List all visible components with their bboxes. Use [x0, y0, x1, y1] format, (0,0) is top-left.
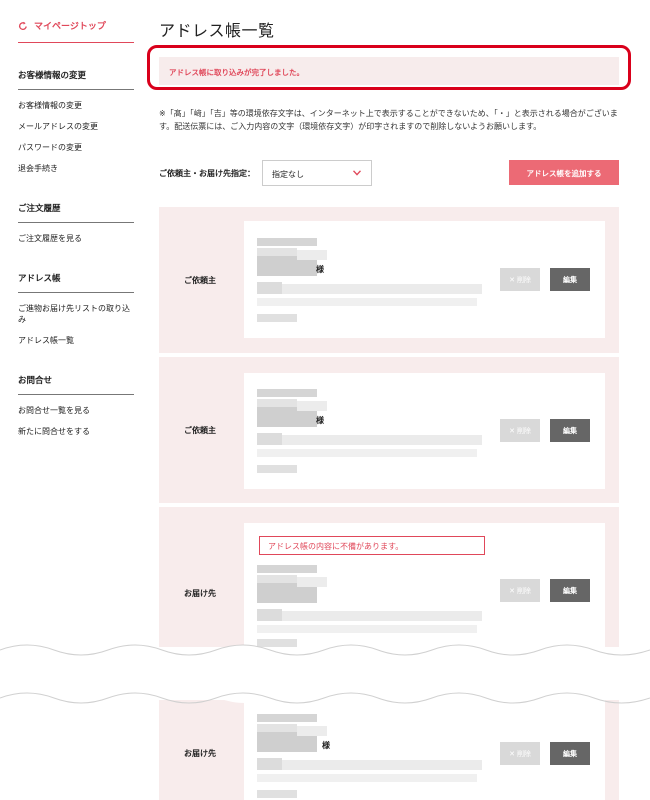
edit-button[interactable]: 編集 [550, 579, 590, 602]
sidebar-item-inquiry-list[interactable]: お問合せ一覧を見る [18, 405, 134, 416]
section-heading-address-book: アドレス帳 [18, 254, 134, 293]
error-message: アドレス帳の内容に不備があります。 [259, 536, 485, 555]
content-break-separator [0, 644, 650, 704]
address-card: お届け先 様 ✕ 削除 編集 [159, 700, 619, 800]
close-icon: ✕ [509, 587, 515, 595]
section-heading-orders: ご注文履歴 [18, 184, 134, 223]
sidebar-item-address-list[interactable]: アドレス帳一覧 [18, 335, 134, 346]
notice-text: ※「髙」「﨑」「吉」等の環境依存文字は、インターネット上で表示することができない… [159, 109, 618, 131]
mypage-top-link[interactable]: マイページトップ [18, 14, 134, 43]
pixelated-address-image [257, 389, 482, 473]
delete-label: 削除 [516, 427, 531, 435]
sidebar-item-import-list[interactable]: ご進物お届け先リストの取り込み [18, 303, 134, 325]
pixelated-address-image [257, 565, 482, 647]
delete-label: 削除 [516, 750, 531, 758]
sidebar-item-order-history[interactable]: ご注文履歴を見る [18, 233, 134, 244]
page-title: アドレス帳一覧 [159, 21, 275, 40]
honorific: 様 [316, 416, 324, 425]
address-card: ご依頼主 様 ✕ 削除 編集 [159, 207, 619, 353]
mypage-top-label: マイページトップ [34, 22, 106, 32]
card-type-label: ご依頼主 [184, 426, 216, 435]
sidebar-item-password[interactable]: パスワードの変更 [18, 142, 134, 153]
section-heading-customer: お客様情報の変更 [18, 43, 134, 90]
sidebar-item-withdraw[interactable]: 退会手続き [18, 163, 134, 174]
address-card: ご依頼主 様 ✕ 削除 編集 [159, 357, 619, 503]
card-type-label: お届け先 [184, 749, 216, 758]
refresh-icon [18, 21, 27, 30]
card-body: アドレス帳の内容に不備があります。 ✕ 削除 編集 [244, 523, 605, 647]
add-address-button[interactable]: アドレス帳を追加する [509, 160, 619, 185]
delete-button[interactable]: ✕ 削除 [500, 579, 540, 602]
type-select[interactable]: 指定なし [262, 160, 372, 186]
edit-button[interactable]: 編集 [550, 268, 590, 291]
honorific: 様 [322, 741, 330, 750]
edit-button[interactable]: 編集 [550, 742, 590, 765]
delete-button[interactable]: ✕ 削除 [500, 742, 540, 765]
edit-button[interactable]: 編集 [550, 419, 590, 442]
honorific: 様 [316, 265, 324, 274]
type-select-value: 指定なし [272, 170, 304, 179]
delete-button[interactable]: ✕ 削除 [500, 419, 540, 442]
card-type-label: お届け先 [184, 589, 216, 598]
sidebar-item-new-inquiry[interactable]: 新たに問合せをする [18, 426, 134, 437]
delete-label: 削除 [516, 276, 531, 284]
pixelated-address-image [257, 714, 482, 798]
close-icon: ✕ [509, 427, 515, 435]
card-body: 様 ✕ 削除 編集 [244, 373, 605, 489]
delete-button[interactable]: ✕ 削除 [500, 268, 540, 291]
card-body: 様 ✕ 削除 編集 [244, 700, 605, 800]
pixelated-address-image [257, 238, 482, 322]
section-heading-inquiry: お問合せ [18, 356, 134, 395]
delete-label: 削除 [516, 587, 531, 595]
card-body: 様 ✕ 削除 編集 [244, 221, 605, 338]
sidebar-item-email[interactable]: メールアドレスの変更 [18, 121, 134, 132]
success-alert: アドレス帳に取り込みが完了しました。 [159, 57, 619, 85]
filter-label: ご依頼主・お届け先指定： [159, 169, 255, 178]
close-icon: ✕ [509, 750, 515, 758]
card-type-label: ご依頼主 [184, 276, 216, 285]
address-card: お届け先 アドレス帳の内容に不備があります。 ✕ 削除 編集 [159, 507, 619, 647]
close-icon: ✕ [509, 276, 515, 284]
chevron-down-icon [353, 170, 361, 176]
filter-row: ご依頼主・お届け先指定： 指定なし アドレス帳を追加する [159, 160, 619, 186]
sidebar-item-customer-info[interactable]: お客様情報の変更 [18, 100, 134, 111]
sidebar: マイページトップ お客様情報の変更 お客様情報の変更 メールアドレスの変更 パス… [18, 14, 134, 447]
